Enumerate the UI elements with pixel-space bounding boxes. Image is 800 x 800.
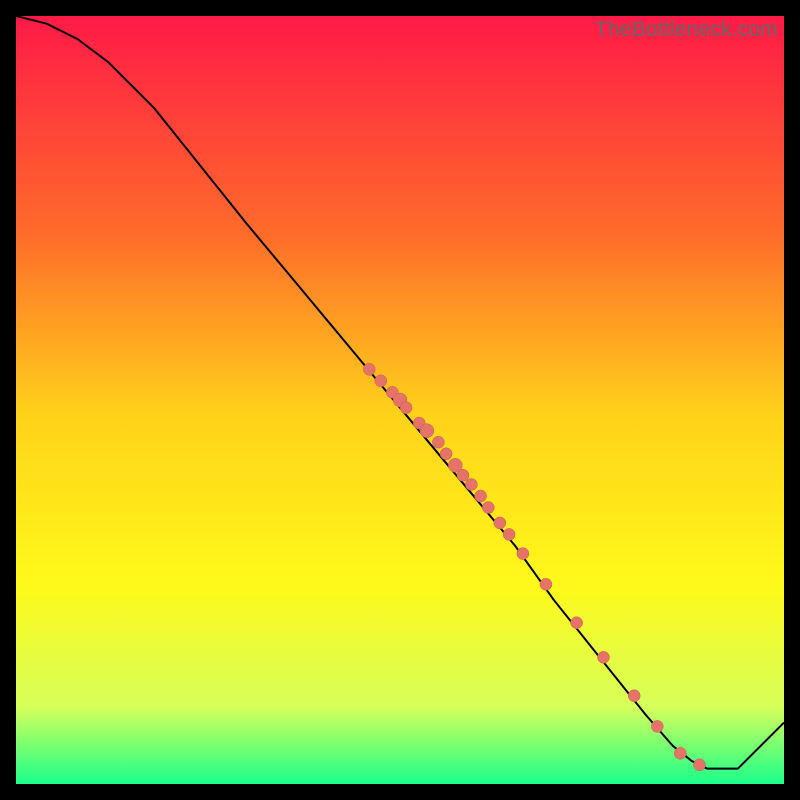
chart-frame: TheBottleneck.com: [16, 16, 784, 784]
data-point: [375, 375, 387, 387]
chart-canvas: [16, 16, 784, 784]
data-point: [457, 469, 469, 481]
data-point: [440, 448, 452, 460]
data-point: [494, 517, 506, 529]
data-point: [694, 759, 706, 771]
data-point: [651, 720, 663, 732]
data-point: [598, 651, 610, 663]
data-point: [503, 528, 515, 540]
data-point: [571, 617, 583, 629]
data-point: [475, 490, 487, 502]
data-point: [517, 548, 529, 560]
watermark-text: TheBottleneck.com: [595, 18, 778, 42]
data-point: [400, 402, 412, 414]
data-point: [432, 436, 444, 448]
data-point: [628, 690, 640, 702]
data-point: [465, 479, 477, 491]
data-point: [363, 363, 375, 375]
data-point: [674, 747, 686, 759]
data-point: [420, 424, 434, 438]
data-point: [540, 578, 552, 590]
data-point: [482, 502, 494, 514]
